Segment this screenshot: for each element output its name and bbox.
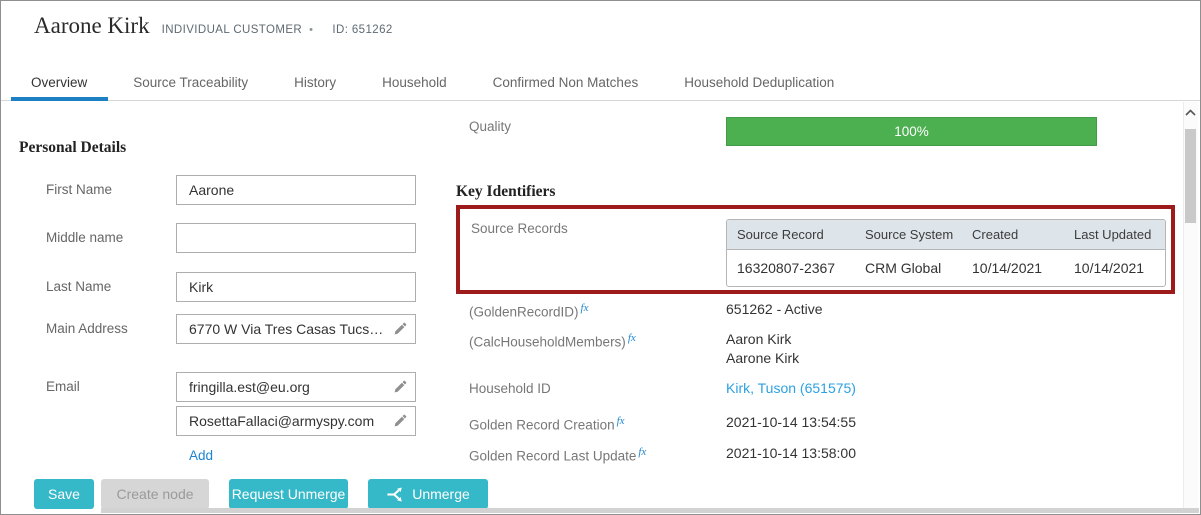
quality-progress-bar: 100% xyxy=(726,117,1097,146)
email-input-1[interactable] xyxy=(177,379,385,395)
customer-detail-window: Aarone Kirk INDIVIDUAL CUSTOMER • ID: 65… xyxy=(0,0,1201,515)
cell-created: 10/14/2021 xyxy=(962,260,1064,276)
col-header-last-updated: Last Updated xyxy=(1064,227,1165,242)
golden-record-creation-label: Golden Record Creationfx xyxy=(469,415,625,433)
first-name-input[interactable] xyxy=(177,182,415,198)
tab-history[interactable]: History xyxy=(294,75,336,90)
cell-last-updated: 10/14/2021 xyxy=(1064,260,1165,276)
calc-household-member-1: Aaron Kirk xyxy=(726,331,791,347)
main-address-label: Main Address xyxy=(46,321,128,336)
customer-name: Aarone Kirk xyxy=(34,13,150,39)
golden-record-last-update-value: 2021-10-14 13:58:00 xyxy=(726,445,856,461)
golden-record-creation-label-text: Golden Record Creation xyxy=(469,418,615,433)
create-node-button[interactable]: Create node xyxy=(101,479,209,509)
first-name-field-wrap xyxy=(176,175,416,205)
tab-bar: Overview Source Traceability History Hou… xyxy=(1,64,1200,101)
tab-household-deduplication[interactable]: Household Deduplication xyxy=(684,75,834,90)
quality-percent: 100% xyxy=(894,124,929,139)
scroll-up-button[interactable] xyxy=(1184,106,1196,118)
email-input-2[interactable] xyxy=(177,413,385,429)
fx-formula-icon: fx xyxy=(617,415,625,427)
pencil-icon xyxy=(393,414,407,428)
tab-confirmed-non-matches[interactable]: Confirmed Non Matches xyxy=(493,75,639,90)
page-header: Aarone Kirk INDIVIDUAL CUSTOMER • ID: 65… xyxy=(34,13,393,39)
source-records-header-row: Source Record Source System Created Last… xyxy=(727,220,1165,250)
calc-household-members-label: (CalcHouseholdMembers)fx xyxy=(469,332,636,350)
pencil-icon xyxy=(393,380,407,394)
cell-source-system: CRM Global xyxy=(855,260,962,276)
col-header-source-record: Source Record xyxy=(727,227,855,242)
tab-source-traceability[interactable]: Source Traceability xyxy=(133,75,248,90)
unmerge-button[interactable]: Unmerge xyxy=(368,479,488,509)
col-header-created: Created xyxy=(962,227,1064,242)
household-id-label: Household ID xyxy=(469,381,551,396)
household-id-link[interactable]: Kirk, Tuson (651575) xyxy=(726,380,856,396)
golden-record-creation-value: 2021-10-14 13:54:55 xyxy=(726,414,856,430)
golden-record-id-value: 651262 - Active xyxy=(726,301,823,317)
fx-formula-icon: fx xyxy=(628,332,636,344)
table-row: 16320807-2367 CRM Global 10/14/2021 10/1… xyxy=(727,250,1165,286)
last-name-label: Last Name xyxy=(46,279,111,294)
golden-record-id-label-text: (GoldenRecordID) xyxy=(469,305,579,320)
first-name-label: First Name xyxy=(46,182,112,197)
vertical-scrollbar-thumb[interactable] xyxy=(1185,129,1196,223)
personal-details-heading: Personal Details xyxy=(19,139,126,157)
edit-address-button[interactable] xyxy=(385,315,415,343)
last-name-input[interactable] xyxy=(177,279,415,295)
middle-name-field-wrap xyxy=(176,223,416,253)
email-field-wrap-1 xyxy=(176,372,416,402)
quality-label: Quality xyxy=(469,119,511,134)
golden-record-id-label: (GoldenRecordID)fx xyxy=(469,302,589,320)
email-label: Email xyxy=(46,379,80,394)
fx-formula-icon: fx xyxy=(581,302,589,314)
unmerge-button-label: Unmerge xyxy=(412,486,470,502)
save-button[interactable]: Save xyxy=(34,479,94,509)
meta-bullet: • xyxy=(309,24,313,36)
source-records-table: Source Record Source System Created Last… xyxy=(726,219,1166,287)
edit-email-button-2[interactable] xyxy=(385,407,415,435)
email-field-wrap-2 xyxy=(176,406,416,436)
key-identifiers-heading: Key Identifiers xyxy=(456,183,555,201)
request-unmerge-button[interactable]: Request Unmerge xyxy=(229,479,348,509)
tab-household[interactable]: Household xyxy=(382,75,447,90)
middle-name-input[interactable] xyxy=(177,230,415,246)
calc-household-members-label-text: (CalcHouseholdMembers) xyxy=(469,335,626,350)
middle-name-label: Middle name xyxy=(46,230,123,245)
add-email-link[interactable]: Add xyxy=(189,448,213,463)
pencil-icon xyxy=(393,322,407,336)
main-address-field-wrap xyxy=(176,314,416,344)
golden-record-last-update-label: Golden Record Last Updatefx xyxy=(469,446,646,464)
customer-id: ID: 651262 xyxy=(332,24,392,36)
horizontal-scrollbar[interactable] xyxy=(101,508,1199,513)
col-header-source-system: Source System xyxy=(855,227,962,242)
unmerge-split-icon xyxy=(386,486,404,503)
cell-source-record: 16320807-2367 xyxy=(727,260,855,276)
customer-type-label: INDIVIDUAL CUSTOMER xyxy=(162,24,303,36)
edit-email-button-1[interactable] xyxy=(385,373,415,401)
calc-household-member-2: Aarone Kirk xyxy=(726,350,799,366)
fx-formula-icon: fx xyxy=(638,446,646,458)
source-records-label: Source Records xyxy=(471,221,568,236)
main-address-input[interactable] xyxy=(177,321,385,337)
chevron-up-icon xyxy=(1185,109,1196,116)
tab-overview[interactable]: Overview xyxy=(31,75,87,90)
golden-record-last-update-label-text: Golden Record Last Update xyxy=(469,449,636,464)
last-name-field-wrap xyxy=(176,272,416,302)
